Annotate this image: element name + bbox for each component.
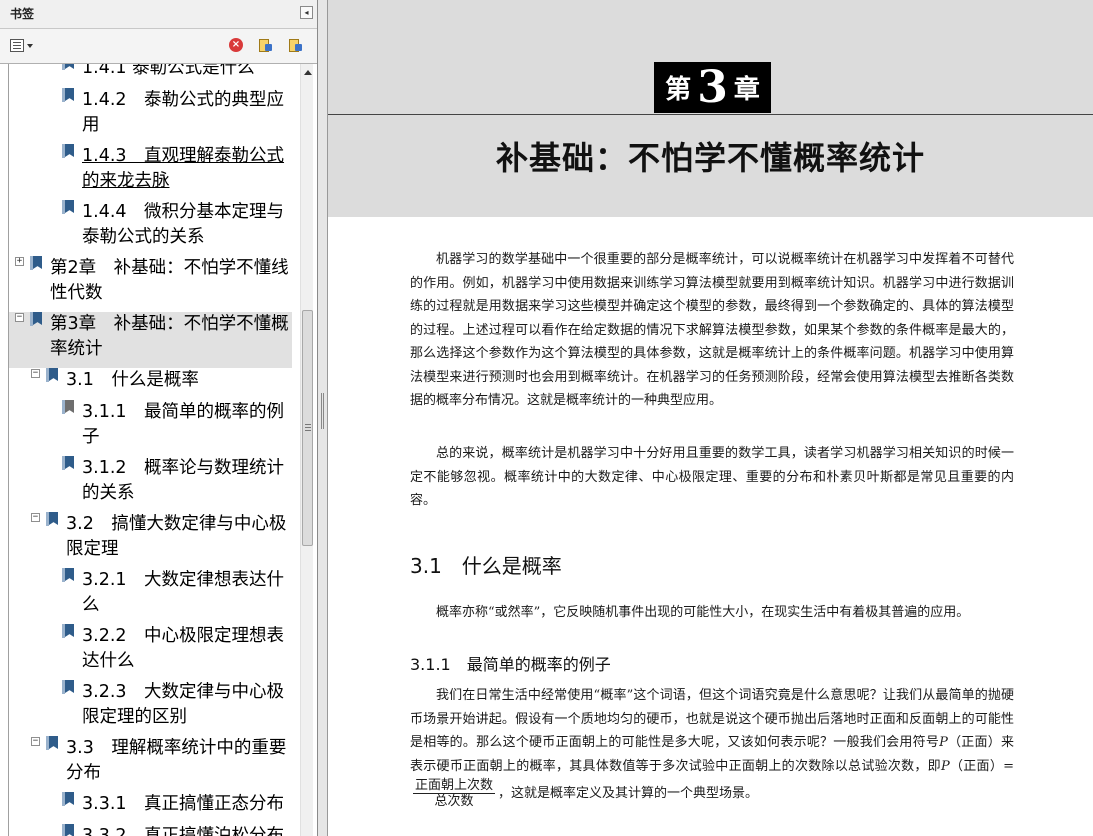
expand-bookmark-button[interactable] bbox=[288, 38, 304, 54]
intro-paragraph-1: 机器学习的数学基础中一个很重要的部分是概率统计，可以说概率统计在机器学习中发挥着… bbox=[410, 252, 1014, 408]
bookmark-icon bbox=[62, 88, 74, 102]
bookmark-label: 3.2.1 大数定律想表达什么 bbox=[82, 570, 285, 615]
bookmark-item[interactable]: 1.4.3 直观理解泰勒公式的来龙去脉 bbox=[9, 144, 292, 200]
bookmark-item[interactable]: 3.2.1 大数定律想表达什么 bbox=[9, 568, 292, 624]
bookmark-label: 3.2.3 大数定律与中心极限定理的区别 bbox=[82, 682, 285, 727]
bookmark-item[interactable]: − 3.1 什么是概率 bbox=[9, 368, 292, 399]
bookmark-tree: 1.4.1 泰勒公式是什么 1.4.2 泰勒公式的典型应用 1.4.3 直观理解泰勒… bbox=[8, 64, 313, 836]
new-bookmark-icon bbox=[258, 38, 272, 54]
bookmark-icon bbox=[62, 200, 74, 214]
expand-toggle-icon[interactable]: + bbox=[15, 257, 24, 266]
probability-symbol: P bbox=[939, 735, 948, 750]
bookmark-icon bbox=[62, 144, 74, 158]
grip-icon bbox=[305, 424, 311, 425]
bookmark-item[interactable]: + 第2章 补基础：不怕学不懂线性代数 bbox=[9, 256, 292, 312]
collapse-toggle-icon[interactable]: − bbox=[15, 313, 24, 322]
bookmark-item[interactable]: 1.4.2 泰勒公式的典型应用 bbox=[9, 88, 292, 144]
chevron-down-icon bbox=[27, 44, 33, 48]
bookmark-item[interactable]: 3.3.2 真正搞懂泊松分布 bbox=[9, 824, 292, 836]
chapter-word-1: 第 bbox=[665, 75, 692, 105]
bookmarks-toolbar: × bbox=[0, 29, 317, 64]
chapter-title: 补基础：不怕学不懂概率统计 bbox=[495, 139, 925, 177]
bookmark-item[interactable]: 3.1.2 概率论与数理统计的关系 bbox=[9, 456, 292, 512]
intro-paragraph-2: 总的来说，概率统计是机器学习中十分好用且重要的数学工具，读者学习机器学习相关知识… bbox=[410, 446, 1014, 508]
bookmark-item[interactable]: 3.2.3 大数定律与中心极限定理的区别 bbox=[9, 680, 292, 736]
options-menu-icon bbox=[10, 39, 24, 52]
bookmark-label: 1.4.2 泰勒公式的典型应用 bbox=[82, 90, 285, 135]
bookmarks-scrollbar[interactable] bbox=[300, 64, 313, 836]
bookmark-icon bbox=[62, 792, 74, 806]
bookmark-label: 3.1.2 概率论与数理统计的关系 bbox=[82, 458, 285, 503]
options-menu-button[interactable] bbox=[8, 38, 34, 54]
bookmark-label: 3.2.2 中心极限定理想表达什么 bbox=[82, 626, 285, 671]
bookmark-icon bbox=[62, 624, 74, 638]
bookmark-list: 1.4.1 泰勒公式是什么 1.4.2 泰勒公式的典型应用 1.4.3 直观理解泰勒… bbox=[9, 64, 292, 836]
bookmarks-title: 书签 bbox=[10, 7, 35, 21]
bookmark-icon bbox=[62, 456, 74, 470]
probability-symbol-2: P bbox=[940, 758, 950, 774]
bookmark-icon bbox=[30, 312, 42, 326]
bookmark-item[interactable]: − 第3章 补基础：不怕学不懂概率统计 bbox=[9, 312, 292, 368]
bookmark-label: 3.1.1 最简单的概率的例子 bbox=[82, 402, 285, 447]
collapse-toggle-icon[interactable]: − bbox=[31, 737, 40, 746]
panel-splitter[interactable] bbox=[318, 0, 328, 836]
bookmark-icon bbox=[62, 400, 74, 414]
delete-bookmark-icon: × bbox=[229, 38, 243, 52]
chapter-word-2: 章 bbox=[733, 75, 760, 105]
bookmark-label: 1.4.3 直观理解泰勒公式的来龙去脉 bbox=[82, 146, 285, 191]
probability-fraction: 正面朝上次数 总次数 bbox=[413, 778, 496, 809]
new-bookmark-button[interactable] bbox=[258, 38, 274, 54]
bookmark-icon bbox=[46, 368, 58, 382]
bookmark-label: 第3章 补基础：不怕学不懂概率统计 bbox=[50, 314, 289, 359]
delete-bookmark-button[interactable]: × bbox=[229, 38, 245, 54]
bookmark-icon bbox=[62, 824, 74, 836]
bookmark-item[interactable]: − 3.2 搞懂大数定律与中心极限定理 bbox=[9, 512, 292, 568]
bookmark-icon bbox=[46, 736, 58, 750]
bookmark-item[interactable]: 3.3.1 真正搞懂正态分布 bbox=[9, 792, 292, 823]
section-paragraph: 概率亦称“或然率”，它反映随机事件出现的可能性大小，在现实生活中有着极其普遍的应… bbox=[436, 605, 970, 620]
example-text-1: 我们在日常生活中经常使用“概率”这个词语，但这个词语究竟是什么意思呢？让我们从最… bbox=[410, 688, 1014, 750]
bookmark-icon bbox=[30, 256, 42, 270]
bookmark-label: 3.1 什么是概率 bbox=[66, 370, 199, 390]
subsection-heading: 3.1.1 最简单的概率的例子 bbox=[410, 655, 611, 674]
example-paragraph: 我们在日常生活中经常使用“概率”这个词语，但这个词语究竟是什么意思呢？让我们从最… bbox=[410, 684, 1014, 809]
bookmark-icon bbox=[62, 680, 74, 694]
bookmarks-panel: 书签 ◂ × 1.4.1 泰勒公式是什么 1.4.2 泰勒公式的典型应用 1.4.3… bbox=[0, 0, 318, 836]
bookmark-label: 3.3.2 真正搞懂泊松分布 bbox=[82, 826, 285, 836]
bookmark-label: 第2章 补基础：不怕学不懂线性代数 bbox=[50, 258, 289, 303]
bookmark-icon bbox=[62, 64, 74, 70]
bookmark-label: 3.3 理解概率统计中的重要分布 bbox=[66, 738, 287, 783]
bookmark-item[interactable]: − 3.3 理解概率统计中的重要分布 bbox=[9, 736, 292, 792]
chapter-number-box: 第3章 bbox=[654, 62, 771, 113]
bookmarks-header: 书签 ◂ bbox=[0, 0, 317, 29]
bookmark-label: 1.4.1 泰勒公式是什么 bbox=[82, 64, 255, 78]
section-heading: 3.1 什么是概率 bbox=[410, 554, 562, 578]
bookmark-label: 1.4.4 微积分基本定理与泰勒公式的关系 bbox=[82, 202, 285, 247]
chapter-divider bbox=[328, 114, 1093, 115]
collapse-panel-icon[interactable]: ◂ bbox=[300, 6, 313, 19]
bookmark-icon bbox=[46, 512, 58, 526]
example-text-3: ，这就是概率定义及其计算的一个典型场景。 bbox=[498, 786, 759, 801]
scroll-up-arrow-icon[interactable] bbox=[304, 70, 312, 75]
collapse-toggle-icon[interactable]: − bbox=[31, 369, 40, 378]
expand-bookmark-icon bbox=[288, 38, 302, 54]
bookmark-item[interactable]: 1.4.4 微积分基本定理与泰勒公式的关系 bbox=[9, 200, 292, 256]
fraction-denominator: 总次数 bbox=[434, 794, 474, 809]
scrollbar-thumb[interactable] bbox=[302, 310, 313, 546]
equation-lhs: （正面）= bbox=[949, 758, 1014, 774]
bookmark-item[interactable]: 1.4.1 泰勒公式是什么 bbox=[9, 64, 292, 87]
collapse-toggle-icon[interactable]: − bbox=[31, 513, 40, 522]
bookmark-label: 3.2 搞懂大数定律与中心极限定理 bbox=[66, 514, 287, 559]
bookmark-item[interactable]: 3.2.2 中心极限定理想表达什么 bbox=[9, 624, 292, 680]
chapter-number: 3 bbox=[697, 62, 728, 113]
splitter-grip-icon bbox=[321, 393, 322, 429]
document-page: 第3章 补基础：不怕学不懂概率统计 机器学习的数学基础中一个很重要的部分是概率统… bbox=[328, 0, 1093, 836]
bookmark-label: 3.3.1 真正搞懂正态分布 bbox=[82, 794, 285, 814]
chapter-banner: 第3章 补基础：不怕学不懂概率统计 bbox=[328, 0, 1093, 217]
fraction-numerator: 正面朝上次数 bbox=[413, 778, 496, 794]
bookmark-icon bbox=[62, 568, 74, 582]
bookmark-item[interactable]: 3.1.1 最简单的概率的例子 bbox=[9, 400, 292, 456]
